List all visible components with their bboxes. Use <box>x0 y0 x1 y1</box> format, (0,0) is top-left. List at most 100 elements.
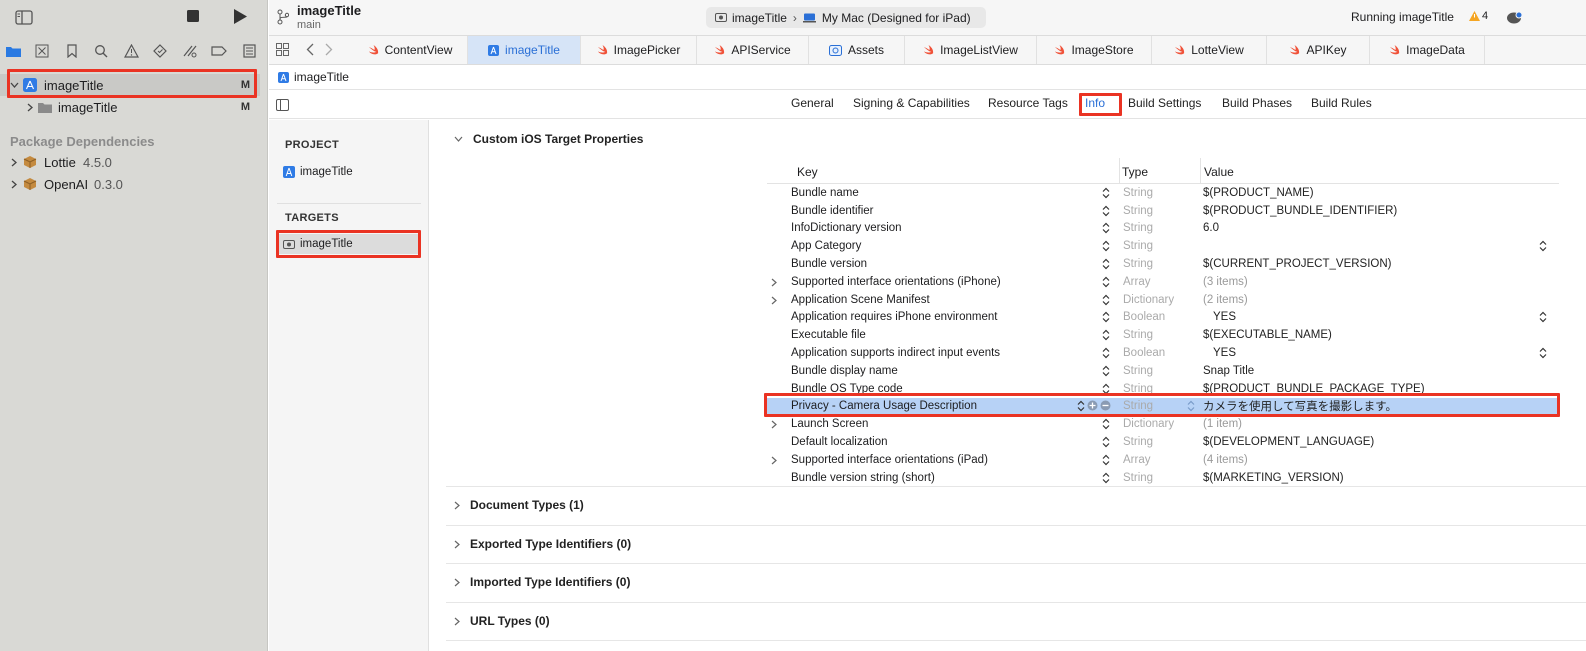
chevron-right-icon[interactable] <box>771 296 779 305</box>
key-stepper-icon[interactable] <box>1102 240 1110 252</box>
plist-row[interactable]: Launch Screen Dictionary (1 item) <box>767 415 1559 433</box>
plist-value[interactable]: (4 items) <box>1203 454 1248 466</box>
plist-value[interactable]: 6.0 <box>1203 222 1219 234</box>
tab-imagetitle[interactable]: imageTitle <box>468 36 581 64</box>
chevron-right-icon[interactable] <box>25 102 35 112</box>
plist-type[interactable]: Boolean <box>1123 347 1165 359</box>
plist-key[interactable]: Privacy - Camera Usage Description <box>791 400 977 412</box>
key-stepper-icon[interactable] <box>1102 365 1110 377</box>
plist-row[interactable]: Supported interface orientations (iPad) A… <box>767 451 1559 469</box>
chevron-right-icon[interactable] <box>771 420 779 429</box>
scheme-selector[interactable]: imageTitle › My Mac (Designed for iPad) <box>706 7 986 28</box>
plist-type[interactable]: Dictionary <box>1123 294 1174 306</box>
plist-row[interactable]: Executable file String $(EXECUTABLE_NAME) <box>767 326 1559 344</box>
key-stepper-icon[interactable] <box>1102 276 1110 288</box>
key-stepper-icon[interactable] <box>1102 205 1110 217</box>
report-icon[interactable] <box>240 42 258 60</box>
tab-build-phases[interactable]: Build Phases <box>1222 96 1292 110</box>
jumpbar-label[interactable]: imageTitle <box>294 70 349 84</box>
plist-value[interactable]: $(CURRENT_PROJECT_VERSION) <box>1203 258 1392 270</box>
tab-signing-capabilities[interactable]: Signing & Capabilities <box>853 96 970 110</box>
add-row-icon[interactable] <box>1087 400 1098 412</box>
tab-contentview[interactable]: ContentView <box>353 36 468 64</box>
plist-type[interactable]: Boolean <box>1123 311 1165 323</box>
plist-value[interactable]: (1 item) <box>1203 418 1242 430</box>
tab-lotteview[interactable]: LotteView <box>1152 36 1267 64</box>
key-stepper-icon[interactable] <box>1102 418 1110 430</box>
plist-type[interactable]: String <box>1123 472 1153 484</box>
warning-badge[interactable]: 4 <box>1469 10 1488 22</box>
sort-stepper-icon[interactable] <box>1077 400 1085 412</box>
plist-key[interactable]: Supported interface orientations (iPad) <box>791 454 988 466</box>
tab-imagepicker[interactable]: ImagePicker <box>581 36 697 64</box>
key-stepper-icon[interactable] <box>1102 294 1110 306</box>
tab-imagelistview[interactable]: ImageListView <box>905 36 1037 64</box>
plist-row[interactable]: Application requires iPhone environment B… <box>767 309 1559 327</box>
breakpoint-icon[interactable] <box>210 42 228 60</box>
folder-icon[interactable] <box>4 42 22 60</box>
tab-build-rules[interactable]: Build Rules <box>1311 96 1372 110</box>
inspector-toggle-icon[interactable] <box>275 99 289 111</box>
back-arrow-icon[interactable] <box>304 42 316 56</box>
plist-key[interactable]: InfoDictionary version <box>791 222 902 234</box>
plist-type[interactable]: String <box>1123 240 1153 252</box>
plist-key[interactable]: Application requires iPhone environment <box>791 311 997 323</box>
key-stepper-icon[interactable] <box>1102 258 1110 270</box>
plist-row[interactable]: Privacy - Camera Usage Description String… <box>767 397 1559 416</box>
tab-info[interactable]: Info <box>1085 96 1105 110</box>
tab-imagedata[interactable]: ImageData <box>1370 36 1485 64</box>
key-stepper-icon[interactable] <box>1102 329 1110 341</box>
plist-key[interactable]: Executable file <box>791 329 866 341</box>
tab-general[interactable]: General <box>791 96 834 110</box>
plist-type[interactable]: String <box>1123 258 1153 270</box>
plist-row[interactable]: Bundle name String $(PRODUCT_NAME) <box>767 184 1559 202</box>
tab-imagestore[interactable]: ImageStore <box>1037 36 1152 64</box>
chevron-right-icon[interactable] <box>771 278 779 287</box>
chevron-right-icon[interactable] <box>771 456 779 465</box>
key-stepper-icon[interactable] <box>1102 187 1110 199</box>
plist-row[interactable]: App Category String <box>767 237 1559 255</box>
column-type[interactable]: Type <box>1122 165 1148 179</box>
plist-row[interactable]: Application supports indirect input even… <box>767 344 1559 362</box>
chevron-down-icon[interactable] <box>9 80 19 90</box>
chevron-right-icon[interactable] <box>9 157 19 167</box>
tab-apiservice[interactable]: APIService <box>697 36 809 64</box>
chevron-right-icon[interactable] <box>9 179 19 189</box>
plist-key[interactable]: Application supports indirect input even… <box>791 347 1000 359</box>
plist-row[interactable]: Bundle identifier String $(PRODUCT_BUNDLE_… <box>767 202 1559 220</box>
grid-icon[interactable] <box>275 42 289 56</box>
plist-key[interactable]: App Category <box>791 240 861 252</box>
custom-properties-header[interactable]: Custom iOS Target Properties <box>454 132 643 146</box>
debug-icon[interactable] <box>181 42 199 60</box>
search-icon[interactable] <box>92 42 110 60</box>
column-key[interactable]: Key <box>797 165 818 179</box>
key-stepper-icon[interactable] <box>1102 222 1110 234</box>
plist-key[interactable]: Default localization <box>791 436 888 448</box>
plist-key[interactable]: Bundle display name <box>791 365 898 377</box>
plist-type[interactable]: String <box>1123 400 1153 412</box>
plist-key[interactable]: Bundle version string (short) <box>791 472 935 484</box>
plist-type[interactable]: String <box>1123 329 1153 341</box>
plist-value[interactable]: $(PRODUCT_BUNDLE_PACKAGE_TYPE) <box>1203 383 1425 395</box>
activity-icon[interactable] <box>1505 9 1523 25</box>
plist-row[interactable]: Application Scene Manifest Dictionary (2 i… <box>767 291 1559 309</box>
plist-value[interactable]: カメラを使用して写真を撮影します。 <box>1203 398 1397 414</box>
test-diamond-icon[interactable] <box>151 42 169 60</box>
key-stepper-icon[interactable] <box>1102 436 1110 448</box>
plist-type[interactable]: String <box>1123 365 1153 377</box>
plist-value[interactable]: Snap Title <box>1203 365 1254 377</box>
plist-key[interactable]: Bundle OS Type code <box>791 383 903 395</box>
column-value[interactable]: Value <box>1204 165 1234 179</box>
plist-type[interactable]: String <box>1123 383 1153 395</box>
plist-row[interactable]: Bundle OS Type code String $(PRODUCT_BUNDL… <box>767 380 1559 398</box>
popup-stepper-icon[interactable] <box>1539 347 1547 359</box>
project-item[interactable]: imageTitle <box>283 162 421 182</box>
group-url-types[interactable]: URL Types (0) <box>454 614 550 628</box>
issue-warning-icon[interactable] <box>122 42 140 60</box>
plist-value[interactable]: $(MARKETING_VERSION) <box>1203 472 1344 484</box>
popup-stepper-icon[interactable] <box>1539 240 1547 252</box>
run-button[interactable] <box>232 8 248 24</box>
plist-key[interactable]: Bundle version <box>791 258 867 270</box>
plist-row[interactable]: Bundle version String $(CURRENT_PROJECT_VE… <box>767 255 1559 273</box>
plist-key[interactable]: Supported interface orientations (iPhone… <box>791 276 1001 288</box>
